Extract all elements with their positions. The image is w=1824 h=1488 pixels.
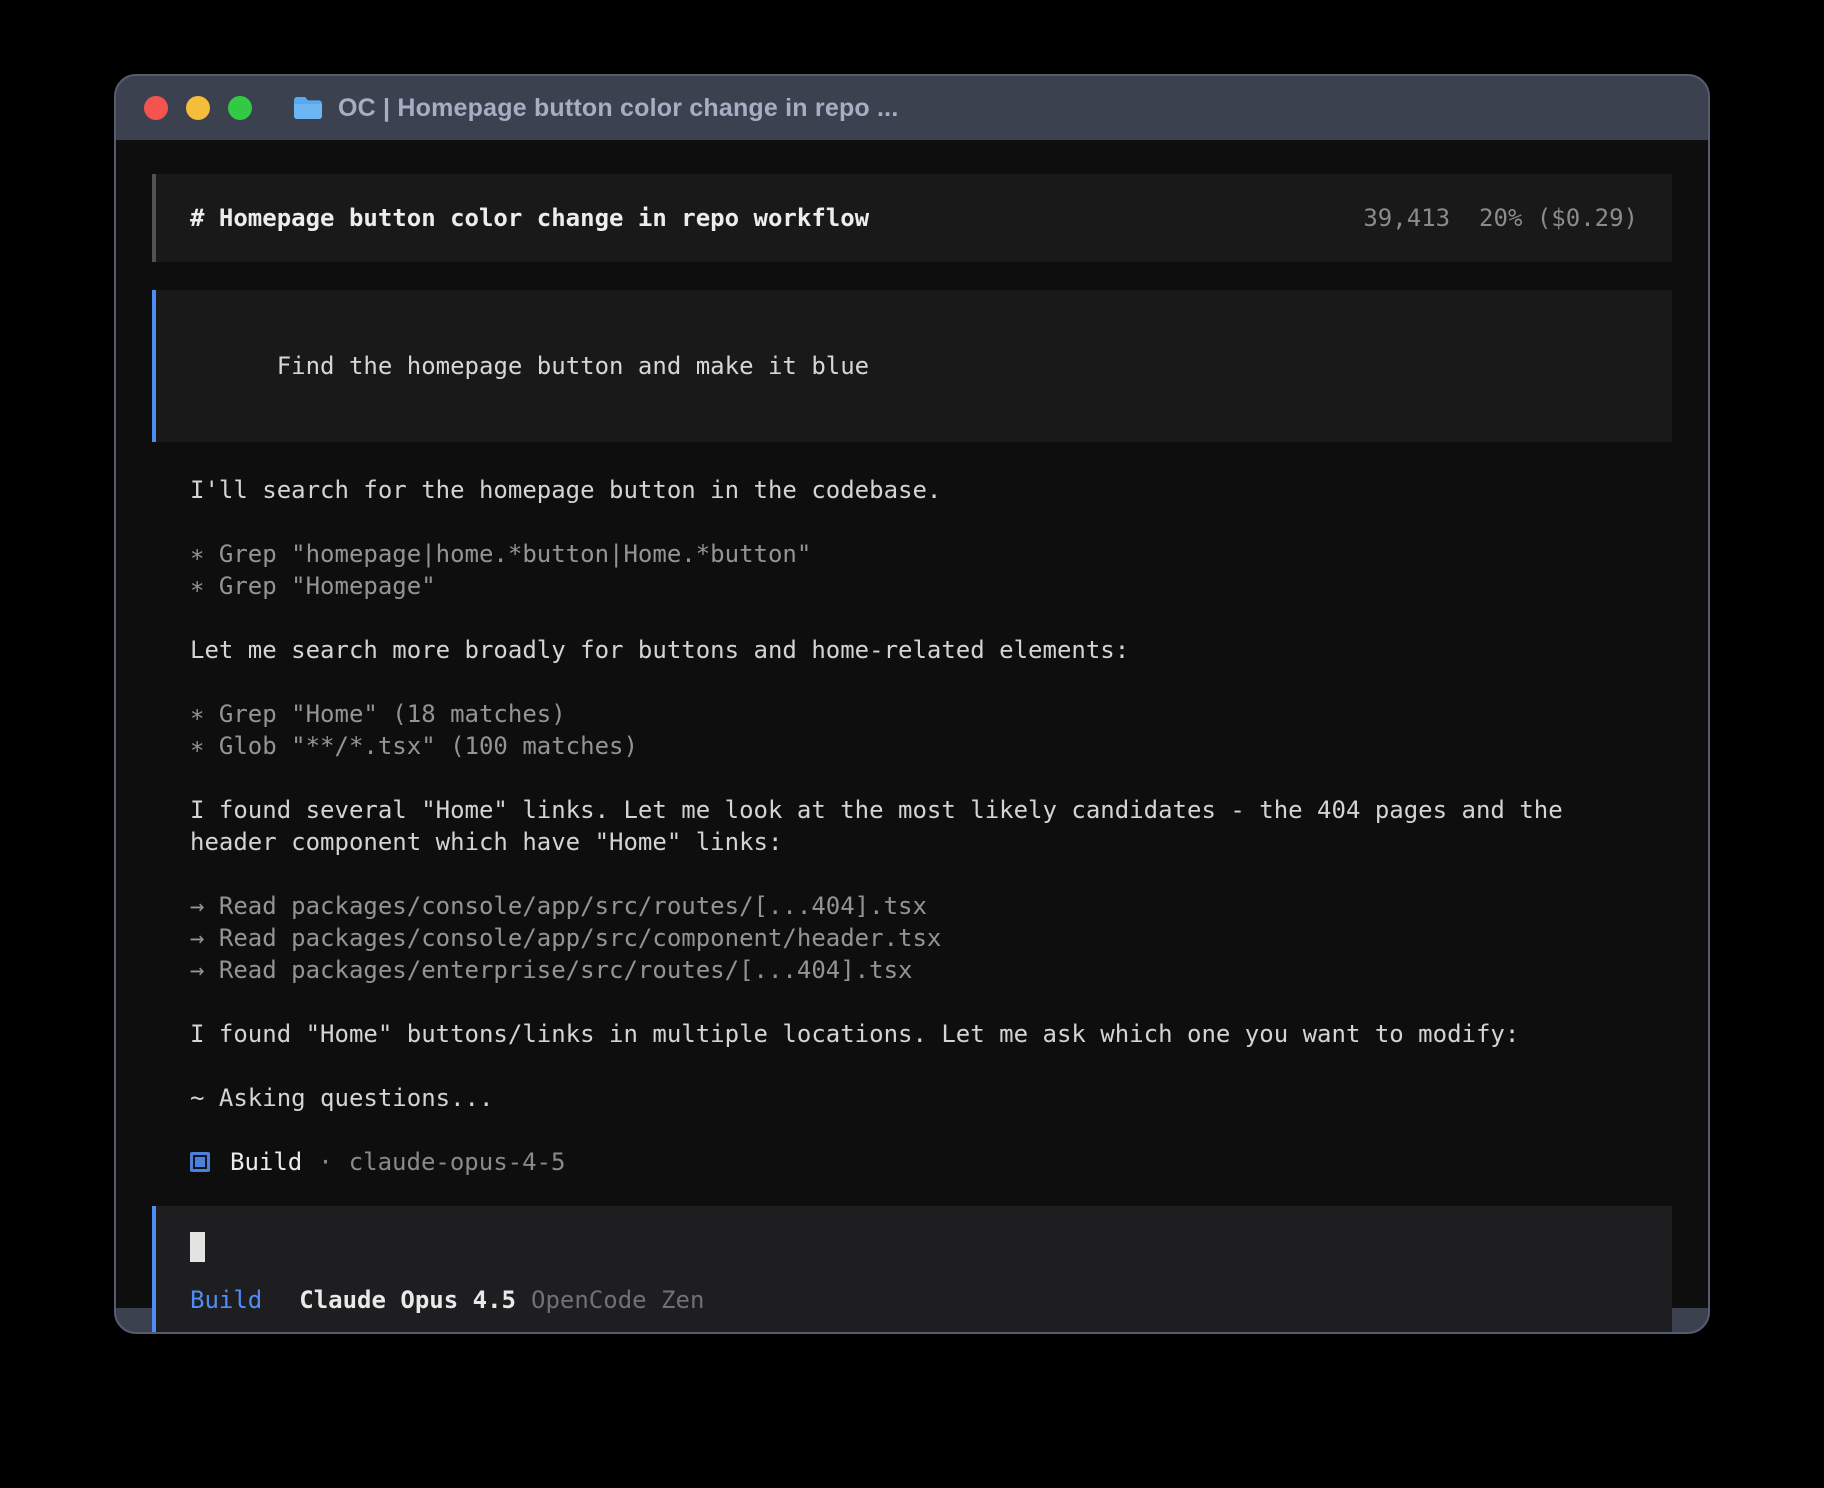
zoom-button[interactable] — [228, 96, 252, 120]
blank-line — [190, 986, 1672, 1018]
session-stats: 39,413 20% ($0.29) — [1363, 202, 1638, 234]
tool-call-line: → Read packages/enterprise/src/routes/[.… — [190, 954, 1672, 986]
blank-line — [190, 506, 1672, 538]
close-button[interactable] — [144, 96, 168, 120]
blank-line — [190, 1050, 1672, 1082]
prompt-cursor-line[interactable] — [190, 1230, 1638, 1262]
assistant-text-line: header component which have "Home" links… — [190, 826, 1672, 858]
traffic-lights — [144, 96, 252, 120]
tool-call-line: ∗ Grep "Homepage" — [190, 570, 1672, 602]
tool-call-line: → Read packages/console/app/src/componen… — [190, 922, 1672, 954]
folder-icon — [292, 95, 324, 121]
token-count: 39,413 — [1363, 202, 1450, 234]
tool-call-line: ∗ Grep "homepage|home.*button|Home.*butt… — [190, 538, 1672, 570]
app-window: OC | Homepage button color change in rep… — [114, 74, 1710, 1334]
agent-separator: · — [318, 1146, 332, 1178]
mode-label: Build — [190, 1284, 262, 1316]
assistant-transcript: I'll search for the homepage button in t… — [190, 474, 1672, 1146]
model-name: Claude Opus 4.5 — [299, 1284, 516, 1316]
agent-name: Build — [230, 1146, 302, 1178]
prompt-input[interactable]: Build Claude Opus 4.5 OpenCode Zen — [152, 1206, 1672, 1334]
blank-line — [190, 762, 1672, 794]
user-message-panel: Find the homepage button and make it blu… — [152, 290, 1672, 442]
context-usage: 20% ($0.29) — [1479, 202, 1638, 234]
assistant-status-line: ~ Asking questions... — [190, 1082, 1672, 1114]
blank-line — [190, 858, 1672, 890]
user-message-text: Find the homepage button and make it blu… — [277, 352, 869, 380]
prompt-model-row: Build Claude Opus 4.5 OpenCode Zen — [190, 1284, 1638, 1316]
agent-model: claude-opus-4-5 — [349, 1146, 566, 1178]
title-group: OC | Homepage button color change in rep… — [292, 94, 898, 123]
provider-name: OpenCode Zen — [531, 1284, 704, 1316]
window-title: OC | Homepage button color change in rep… — [338, 94, 898, 123]
assistant-text-line: I found "Home" buttons/links in multiple… — [190, 1018, 1672, 1050]
tool-call-line: ∗ Grep "Home" (18 matches) — [190, 698, 1672, 730]
session-title: # Homepage button color change in repo w… — [190, 202, 869, 234]
assistant-text-line: Let me search more broadly for buttons a… — [190, 634, 1672, 666]
text-cursor — [190, 1232, 205, 1262]
session-header: # Homepage button color change in repo w… — [152, 174, 1672, 262]
minimize-button[interactable] — [186, 96, 210, 120]
tool-call-line: → Read packages/console/app/src/routes/[… — [190, 890, 1672, 922]
titlebar: OC | Homepage button color change in rep… — [116, 76, 1708, 140]
agent-status-row: Build · claude-opus-4-5 — [190, 1146, 1672, 1178]
blank-line — [190, 666, 1672, 698]
tool-call-line: ∗ Glob "**/*.tsx" (100 matches) — [190, 730, 1672, 762]
agent-square-icon — [190, 1152, 210, 1172]
terminal-view: # Homepage button color change in repo w… — [116, 140, 1708, 1308]
assistant-text-line: I'll search for the homepage button in t… — [190, 474, 1672, 506]
blank-line — [190, 1114, 1672, 1146]
blank-line — [190, 602, 1672, 634]
assistant-text-line: I found several "Home" links. Let me loo… — [190, 794, 1672, 826]
